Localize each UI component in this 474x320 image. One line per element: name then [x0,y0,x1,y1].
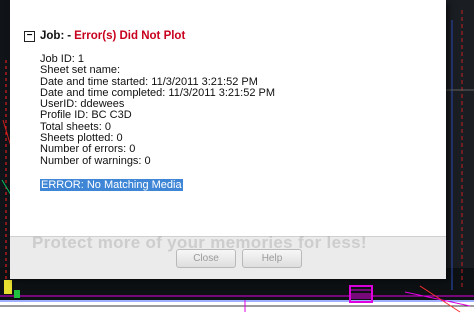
job-header: − Job: - Error(s) Did Not Plot [24,30,185,42]
job-status: Error(s) Did Not Plot [74,30,186,42]
detail-number-of-errors: Number of errors: 0 [40,143,136,156]
job-details: Job ID: 1 Sheet set name: Date and time … [40,53,275,167]
help-button[interactable]: Help [242,249,302,268]
details-panel: − Job: - Error(s) Did Not Plot Job ID: 1… [10,0,446,236]
close-button[interactable]: Close [176,249,236,268]
error-message[interactable]: ERROR: No Matching Media [40,179,183,191]
job-separator: - [67,30,72,42]
plot-details-dialog: − Job: - Error(s) Did Not Plot Job ID: 1… [10,0,446,279]
detail-sheet-set-name: Sheet set name: [40,64,121,77]
job-title: Job: [40,30,65,42]
minus-box-icon[interactable]: − [24,30,35,42]
detail-number-of-warnings: Number of warnings: 0 [40,154,151,167]
